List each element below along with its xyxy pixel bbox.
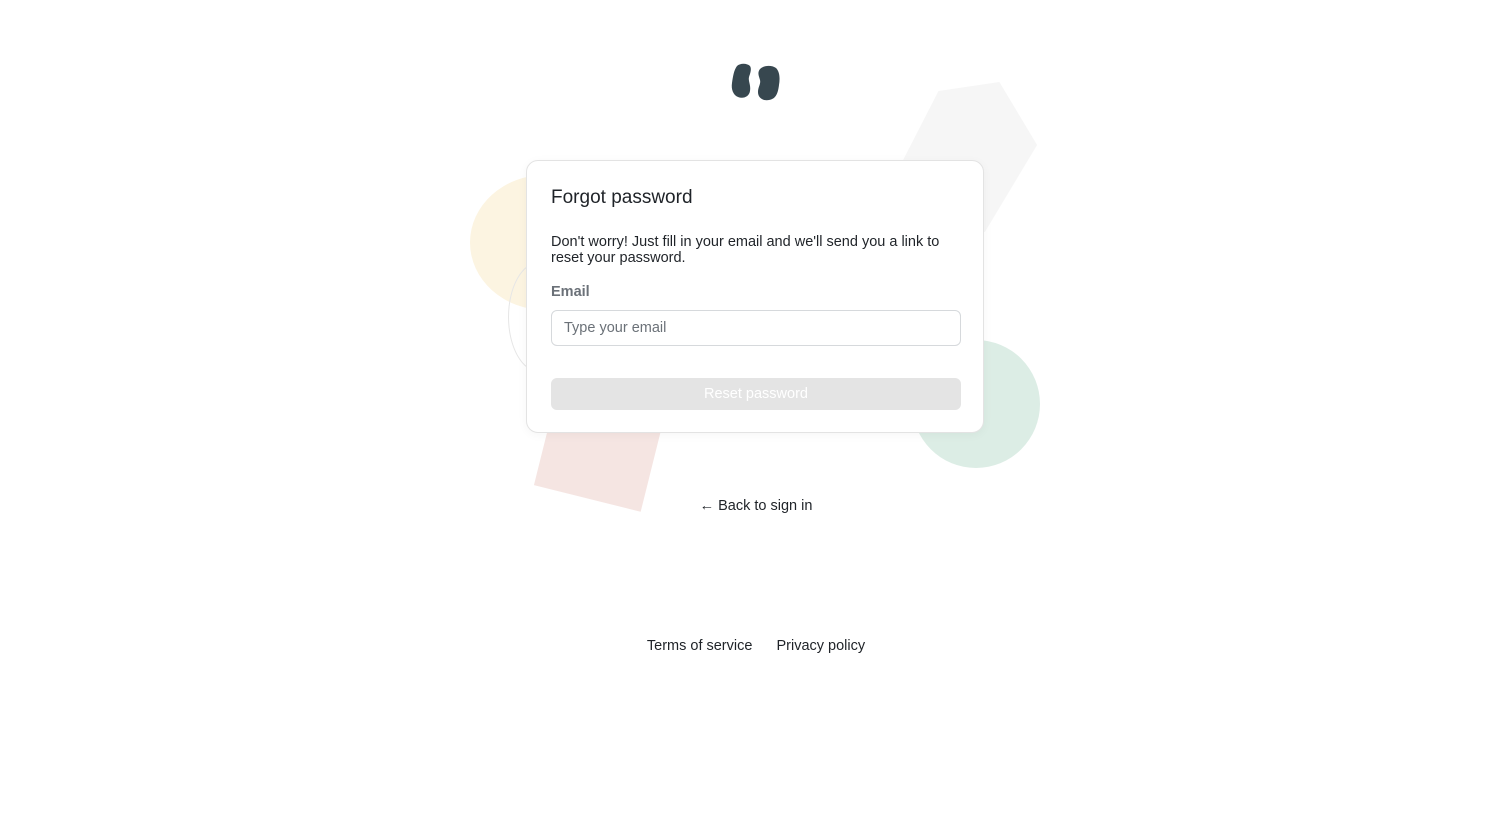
email-input[interactable] (551, 310, 961, 346)
privacy-policy-link[interactable]: Privacy policy (776, 638, 865, 654)
reset-password-button[interactable]: Reset password (551, 378, 961, 410)
back-to-sign-in-label: Back to sign in (718, 498, 813, 514)
forgot-password-card: Forgot password Don't worry! Just fill i… (526, 160, 984, 433)
email-label: Email (551, 284, 590, 300)
arrow-left-icon: ← (699, 498, 715, 514)
back-to-sign-in-link[interactable]: ← Back to sign in (700, 498, 813, 514)
terms-of-service-link[interactable]: Terms of service (647, 638, 753, 654)
quote-marks-logo-icon (731, 62, 781, 102)
back-to-sign-in: ← Back to sign in (0, 498, 1512, 514)
footer: Terms of service Privacy policy (0, 638, 1512, 654)
forgot-password-page: Forgot password Don't worry! Just fill i… (0, 0, 1512, 814)
card-title: Forgot password (551, 187, 693, 208)
card-description: Don't worry! Just fill in your email and… (551, 234, 940, 266)
